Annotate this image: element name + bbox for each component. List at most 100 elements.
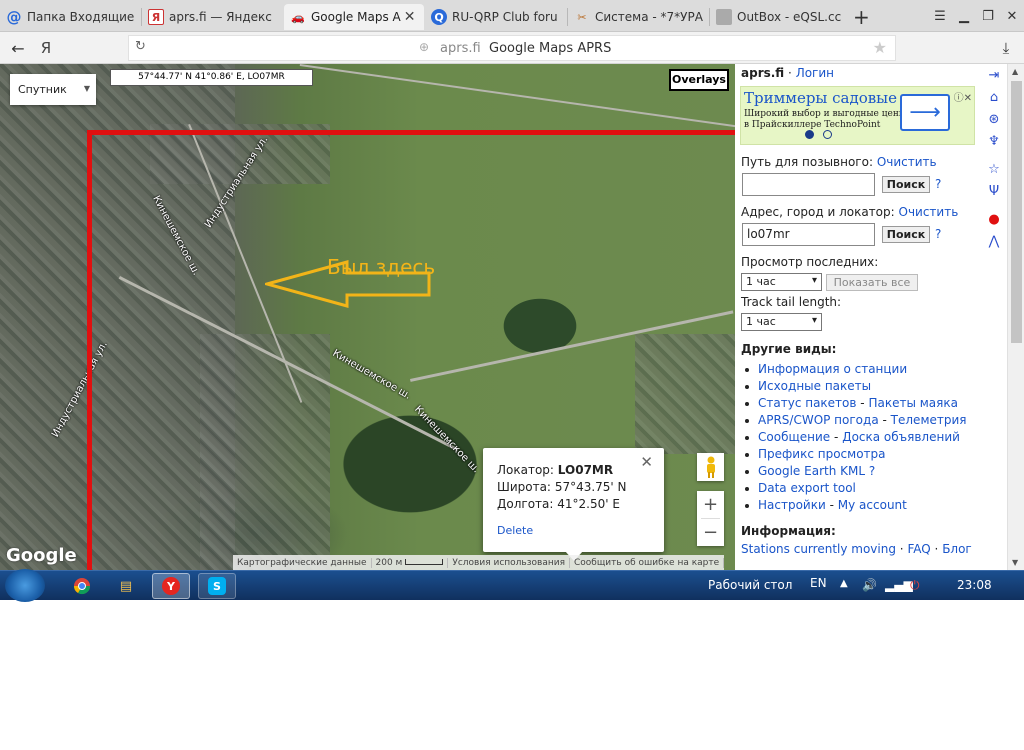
tab-title: RU-QRP Club foru	[452, 10, 558, 24]
callsign-clear-link[interactable]: Очистить	[877, 155, 937, 169]
other-views-list: Информация о станции Исходные пакеты Ста…	[741, 361, 967, 514]
chrome-icon[interactable]	[63, 573, 101, 599]
blog-link[interactable]: Блог	[942, 542, 972, 556]
tab-bar: @ Папка Входящие Я aprs.fi — Яндекс 🚗 Go…	[0, 0, 1024, 32]
slide-dot[interactable]	[823, 130, 832, 139]
address-search-button[interactable]: Поиск	[882, 226, 930, 243]
data-export-link[interactable]: Data export tool	[758, 481, 856, 495]
desktop-toolbar-label[interactable]: Рабочий стол	[708, 578, 792, 592]
ad-close-icon[interactable]: ⓘ✕	[954, 89, 972, 104]
menu-icon[interactable]: ☰	[928, 0, 952, 32]
back-button[interactable]: ←	[8, 36, 28, 60]
restore-icon[interactable]: ❐	[976, 0, 1000, 32]
explorer-icon[interactable]: ▤	[107, 573, 145, 599]
stations-moving-link[interactable]: Stations currently moving	[741, 542, 896, 556]
tab-title: Система - *7*УРА	[595, 10, 703, 24]
show-all-button[interactable]: Показать все	[826, 274, 918, 291]
home-icon[interactable]: ⌂	[985, 88, 1003, 106]
overlays-button[interactable]: Overlays	[669, 69, 729, 91]
forum-icon: Q	[431, 9, 447, 25]
arrow-right-icon[interactable]: ⟶	[900, 94, 950, 131]
slide-dot[interactable]	[805, 130, 814, 139]
callsign-search-button[interactable]: Поиск	[882, 176, 930, 193]
zoom-in-button[interactable]: +	[697, 491, 724, 518]
ad-headline[interactable]: Триммеры садовые	[744, 89, 897, 107]
close-icon[interactable]: ✕	[640, 453, 653, 471]
help-link[interactable]: ?	[935, 227, 941, 241]
map-area[interactable]: Индустриальная ул. Кинешемское ш. Кинеше…	[0, 64, 735, 570]
collapse-panel-icon[interactable]: ⇥	[985, 66, 1003, 84]
address-input[interactable]: lo07mr	[742, 223, 875, 246]
network-signal-icon[interactable]: ▂▄▆	[885, 578, 913, 592]
station-info-link[interactable]: Информация о станции	[758, 362, 907, 376]
callsign-input[interactable]	[742, 173, 875, 196]
beacon-packets-link[interactable]: Пакеты маяка	[868, 396, 958, 410]
yandex-logo[interactable]: Я	[38, 36, 54, 60]
tab-google-maps[interactable]: 🚗 Google Maps A ✕	[284, 4, 424, 30]
google-earth-kml-link[interactable]: Google Earth KML ?	[758, 464, 875, 478]
route-icon[interactable]: ⋀	[985, 232, 1003, 250]
tower-icon[interactable]: ♆	[985, 132, 1003, 150]
zoom-out-button[interactable]: −	[697, 519, 724, 546]
list-item: Настройки - My account	[741, 497, 967, 514]
close-tab-icon[interactable]: ✕	[404, 9, 416, 25]
new-tab-button[interactable]: +	[853, 4, 877, 30]
list-item: Информация о станции	[741, 361, 967, 378]
terms-link[interactable]: Условия использования	[448, 557, 570, 568]
faq-link[interactable]: FAQ	[907, 542, 930, 556]
start-button[interactable]	[5, 569, 45, 602]
view-last-select[interactable]: 1 час	[741, 273, 822, 291]
telemetry-link[interactable]: Телеметрия	[891, 413, 967, 427]
tab-aprs-yandex[interactable]: Я aprs.fi — Яндекс	[148, 4, 278, 30]
tab-ru-qrp[interactable]: Q RU-QRP Club foru	[431, 4, 561, 30]
advertisement[interactable]: Триммеры садовые Широкий выбор и выгодны…	[740, 86, 975, 145]
raw-packets-link[interactable]: Исходные пакеты	[758, 379, 871, 393]
url-field[interactable]: ↻ ⊕ aprs.fi Google Maps APRS ★	[128, 35, 896, 61]
locator-value: LO07MR	[557, 463, 614, 477]
close-window-icon[interactable]: ✕	[1000, 0, 1024, 32]
tab-inbox[interactable]: @ Папка Входящие	[6, 4, 135, 30]
compass-icon[interactable]: ⊛	[985, 110, 1003, 128]
report-error-link[interactable]: Сообщить об ошибке на карте	[570, 557, 725, 568]
tray-expand-icon[interactable]: ▲	[840, 578, 848, 589]
scroll-up-icon[interactable]: ▲	[1012, 67, 1018, 76]
login-link[interactable]: Логин	[796, 66, 834, 80]
site-title[interactable]: aprs.fi	[741, 66, 784, 80]
site-info-icon[interactable]: ⊕	[419, 40, 429, 54]
sidebar-scrollbar[interactable]: ▲ ▼	[1007, 64, 1024, 570]
settings-link[interactable]: Настройки	[758, 498, 826, 512]
street-view-pegman-icon[interactable]	[697, 453, 724, 481]
bulletin-board-link[interactable]: Доска объявлений	[842, 430, 960, 444]
track-tail-select[interactable]: 1 час	[741, 313, 822, 331]
yandex-browser-icon[interactable]: Y	[152, 573, 190, 599]
weather-icon[interactable]: ●	[985, 210, 1003, 228]
system-icon: ✂	[577, 10, 587, 24]
tab-system[interactable]: ✂ Система - *7*УРА	[574, 4, 704, 30]
scrollbar-thumb[interactable]	[1011, 81, 1022, 343]
antenna-icon[interactable]: Ψ	[985, 182, 1003, 200]
prefix-browse-link[interactable]: Префикс просмотра	[758, 447, 886, 461]
volume-icon[interactable]: 🔊	[862, 578, 877, 592]
tab-eqsl[interactable]: OutBox - eQSL.cc	[716, 4, 846, 30]
power-icon[interactable]: ⏻	[910, 578, 920, 593]
scroll-down-icon[interactable]: ▼	[1012, 558, 1018, 567]
status-packets-link[interactable]: Статус пакетов	[758, 396, 856, 410]
weather-link[interactable]: APRS/CWOP погода	[758, 413, 879, 427]
ad-line: в Прайскиллере TechnoPoint	[744, 120, 881, 130]
help-link[interactable]: ?	[935, 177, 941, 191]
language-indicator[interactable]: EN	[810, 576, 827, 590]
map-data-link[interactable]: Картографические данные	[233, 557, 372, 568]
minimize-icon[interactable]: ▁	[952, 0, 976, 32]
map-type-select[interactable]: Спутник ▼	[10, 74, 96, 105]
clock[interactable]: 23:08	[957, 578, 992, 592]
delete-link[interactable]: Delete	[497, 524, 533, 537]
skype-icon[interactable]: S	[198, 573, 236, 599]
address-clear-link[interactable]: Очистить	[899, 205, 959, 219]
my-account-link[interactable]: My account	[838, 498, 907, 512]
messages-link[interactable]: Сообщение	[758, 430, 830, 444]
download-icon[interactable]: ⤓	[996, 36, 1016, 60]
tab-title: aprs.fi — Яндекс	[169, 10, 272, 24]
star-icon[interactable]: ☆	[985, 160, 1003, 178]
bookmark-star-icon[interactable]: ★	[873, 38, 887, 57]
reload-icon[interactable]: ↻	[135, 39, 146, 54]
